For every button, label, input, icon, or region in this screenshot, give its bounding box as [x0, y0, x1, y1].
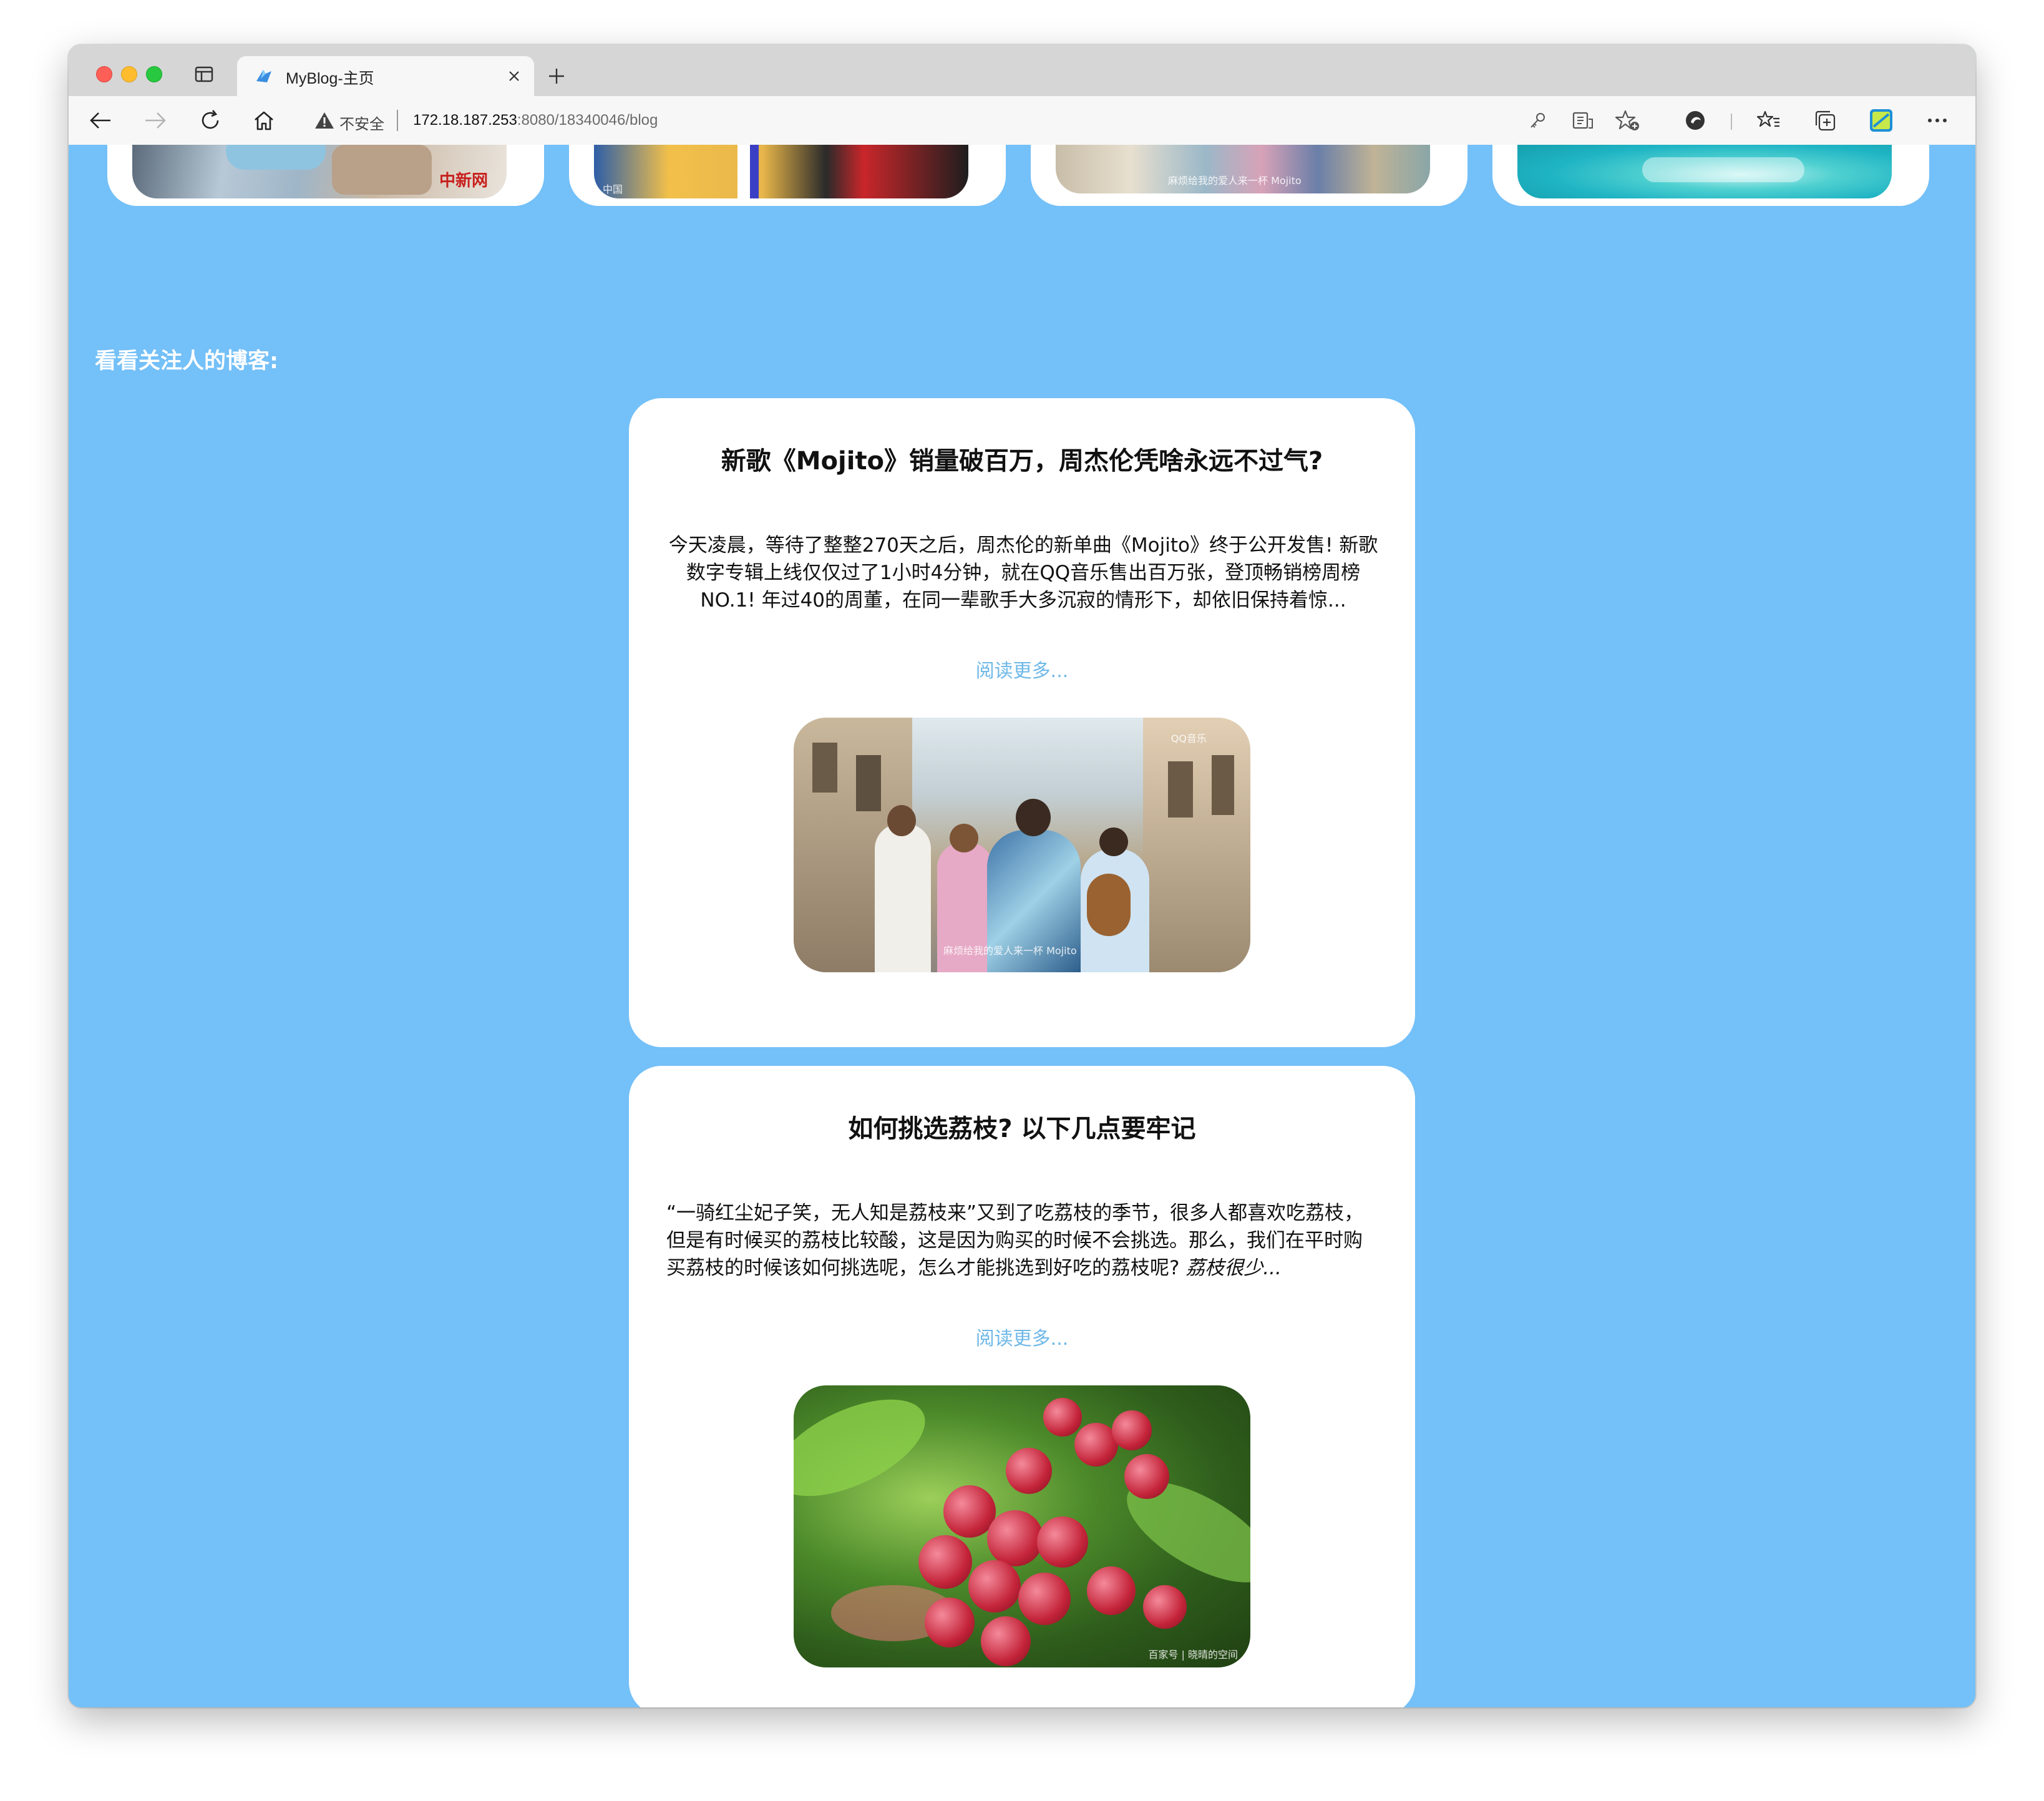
top-card-2[interactable]: 中国	[569, 145, 1006, 206]
reload-icon[interactable]	[195, 105, 226, 136]
blog-title[interactable]: 如何挑选荔枝? 以下几点要牢记	[629, 1108, 1415, 1145]
key-icon[interactable]	[1522, 105, 1554, 136]
top-card-caption: 中新网	[439, 172, 488, 190]
active-tab[interactable]: MyBlog-主页	[237, 56, 534, 96]
insecure-label: 不安全	[339, 115, 384, 133]
blog-title[interactable]: 新歌《Mojito》销量破百万，周杰伦凭啥永远不过气?	[629, 441, 1415, 477]
tracking-icon[interactable]	[1680, 105, 1711, 136]
more-icon[interactable]	[1922, 105, 1953, 136]
collections-icon[interactable]	[1809, 105, 1841, 136]
image-caption: 麻烦给我的爱人来一杯 Mojito	[943, 945, 1077, 957]
blog-excerpt-tail: 荔枝很少...	[1185, 1257, 1282, 1279]
read-view-icon[interactable]	[1567, 105, 1599, 136]
sidebar-toggle-icon[interactable]	[193, 65, 215, 84]
read-more-link[interactable]: 阅读更多...	[629, 655, 1415, 683]
read-more-link[interactable]: 阅读更多...	[629, 1323, 1415, 1350]
top-card-image: 中国	[594, 145, 968, 198]
image-badge: QQ音乐	[1170, 733, 1207, 744]
following-blogs-heading: 看看关注人的博客:	[95, 349, 278, 374]
browser-window: MyBlog-主页 不安全 172.18.187.253:8080/183400…	[69, 45, 1975, 1707]
blog-card: 新歌《Mojito》销量破百万，周杰伦凭啥永远不过气? 今天凌晨，等待了整整27…	[629, 398, 1415, 1047]
blog-excerpt: 今天凌晨，等待了整整270天之后，周杰伦的新单曲《Mojito》终于公开发售! …	[668, 534, 1378, 612]
top-card-caption: 麻烦给我的爱人来一杯 Mojito	[1168, 175, 1302, 187]
url-divider	[397, 110, 398, 131]
top-card-caption: 中国	[603, 183, 623, 195]
close-icon[interactable]	[503, 65, 525, 87]
add-favorite-icon[interactable]	[1612, 105, 1643, 136]
url-path: :8080/18340046/blog	[517, 112, 658, 129]
home-icon[interactable]	[248, 105, 280, 136]
plus-icon[interactable]	[544, 64, 569, 89]
top-card-image: 中新网	[132, 145, 507, 198]
forward-arrow-icon[interactable]	[140, 105, 171, 136]
favorites-icon[interactable]	[1753, 105, 1784, 136]
image-caption: 百家号 | 晓晴的空间	[1148, 1649, 1238, 1661]
zoom-window-button[interactable]	[146, 66, 162, 82]
close-window-button[interactable]	[96, 66, 112, 82]
edge-favicon-icon	[256, 70, 271, 82]
top-card-image	[1517, 145, 1892, 198]
top-card-image: 麻烦给我的爱人来一杯 Mojito	[1056, 145, 1430, 193]
url-text[interactable]: 172.18.187.253:8080/18340046/blog	[413, 112, 658, 129]
page-content: 中新网 中国 麻烦给我的爱人来一杯 Mojito 看看关注人的博客: 新歌《Mo…	[69, 145, 1975, 1707]
profile-icon[interactable]	[1866, 105, 1897, 136]
address-toolbar: 不安全 172.18.187.253:8080/18340046/blog	[69, 96, 1975, 145]
tab-title: MyBlog-主页	[286, 70, 374, 87]
blog-image[interactable]: 麻烦给我的爱人来一杯 Mojito QQ音乐	[794, 718, 1250, 972]
top-card-1[interactable]: 中新网	[107, 145, 544, 206]
warning-icon	[315, 112, 334, 129]
top-card-3[interactable]: 麻烦给我的爱人来一杯 Mojito	[1031, 145, 1467, 206]
blog-card: 如何挑选荔枝? 以下几点要牢记 “一骑红尘妃子笑，无人知是荔枝来”又到了吃荔枝的…	[629, 1066, 1415, 1707]
minimize-window-button[interactable]	[121, 66, 137, 82]
tab-bar: MyBlog-主页	[69, 45, 1975, 96]
top-card-4[interactable]	[1492, 145, 1929, 206]
url-host: 172.18.187.253	[413, 112, 517, 129]
back-arrow-icon[interactable]	[85, 105, 116, 136]
address-bar[interactable]: 不安全 172.18.187.253:8080/18340046/blog	[306, 102, 1703, 139]
blog-image[interactable]: 百家号 | 晓晴的空间	[794, 1385, 1250, 1667]
toolbar-divider	[1731, 114, 1732, 130]
blog-excerpt: “一骑红尘妃子笑，无人知是荔枝来”又到了吃荔枝的季节，很多人都喜欢吃荔枝，但是有…	[666, 1199, 1380, 1282]
